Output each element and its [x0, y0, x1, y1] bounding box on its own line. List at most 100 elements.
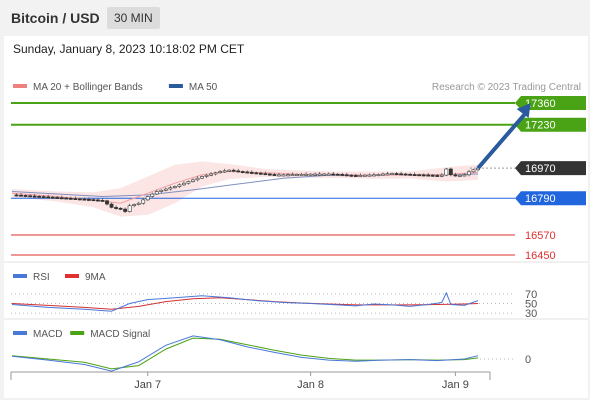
candle-body	[467, 171, 471, 176]
candle-body	[326, 173, 331, 176]
candle-body	[150, 193, 155, 197]
x-axis-tick-label: Jan 9	[442, 379, 469, 391]
legend-swatch	[13, 274, 27, 278]
legend-label: 9MA	[85, 272, 106, 283]
candle-body	[340, 174, 345, 176]
candle-body	[191, 179, 195, 182]
candle-body	[50, 196, 55, 199]
bollinger-band-area	[12, 161, 478, 217]
candle-body	[349, 174, 354, 177]
candle-body	[426, 174, 431, 177]
candle-body	[168, 187, 173, 190]
candle-body	[372, 174, 376, 177]
candle-body	[453, 174, 458, 177]
legend-swatch	[13, 84, 27, 88]
x-axis-tick-label: Jan 8	[297, 379, 324, 391]
candle-body	[231, 169, 236, 172]
candle-body	[367, 174, 372, 177]
candle-body	[32, 195, 37, 198]
candle-body	[145, 196, 150, 201]
legend-swatch	[13, 331, 27, 335]
candle-body	[358, 175, 363, 177]
candle-body	[430, 174, 435, 177]
candle-body	[308, 173, 313, 176]
candle-body	[109, 203, 114, 208]
candle-body	[127, 205, 132, 212]
candle-body	[245, 171, 250, 174]
candle-body	[118, 207, 123, 210]
legend-label: MACD	[33, 329, 62, 340]
legend-label: MACD Signal	[90, 329, 150, 340]
candle-body	[458, 174, 462, 177]
candle-body	[222, 170, 227, 173]
candle-body	[73, 198, 78, 200]
candle-body	[317, 173, 322, 176]
candle-body	[28, 195, 32, 198]
candle-body	[399, 173, 403, 176]
candle-body	[159, 189, 164, 192]
candle-body	[132, 204, 137, 207]
level-label: 17230	[525, 120, 556, 132]
candle-body	[87, 199, 91, 201]
candle-body	[394, 173, 399, 175]
candle-body	[213, 172, 218, 175]
chart-panel: MA 20 + Bollinger Bands MA 50 Research © 2…	[4, 36, 588, 398]
candle-body	[448, 168, 453, 176]
projection-arrow	[476, 110, 529, 170]
candle-body	[68, 197, 73, 200]
rsi-line	[11, 291, 479, 312]
candle-body	[331, 173, 336, 176]
candle-body	[344, 174, 349, 177]
candle-body	[390, 173, 394, 175]
timeframe-badge[interactable]: 30 MIN	[107, 7, 160, 29]
candle-body	[163, 188, 168, 191]
candle-body	[200, 176, 204, 179]
level-label: 16970	[525, 163, 556, 175]
legend-label: RSI	[33, 272, 50, 283]
candle-body	[46, 196, 51, 199]
candle-body	[64, 197, 69, 200]
candle-body	[299, 174, 304, 176]
candle-body	[362, 174, 367, 177]
candle-body	[385, 173, 390, 176]
candle-body	[304, 173, 308, 176]
candle-body	[286, 174, 290, 177]
candle-body	[195, 177, 200, 181]
chart-timestamp: Sunday, January 8, 2023 10:18:02 PM CET	[13, 42, 245, 56]
candle-body	[263, 173, 268, 176]
candle-body	[23, 195, 28, 197]
candle-body	[14, 194, 19, 197]
candle-body	[267, 173, 272, 176]
candle-body	[421, 174, 426, 177]
candle-body	[376, 174, 381, 176]
candle-body	[227, 169, 232, 172]
candle-body	[19, 194, 23, 197]
candle-body	[209, 173, 213, 176]
level-label: 16570	[525, 230, 556, 242]
rsi-level-label: 30	[525, 308, 537, 320]
candle-body	[313, 173, 318, 176]
macd-zero-label: 0	[525, 354, 531, 366]
legend-swatch	[70, 331, 85, 335]
candle-body	[236, 170, 241, 173]
candle-body	[172, 186, 177, 189]
candle-body	[59, 197, 64, 200]
candle-body	[439, 174, 444, 177]
macd-line	[11, 335, 479, 372]
candle-body	[403, 173, 408, 176]
candle-body	[123, 208, 128, 212]
candle-body	[91, 199, 96, 202]
candle-body	[82, 198, 87, 201]
candle-body	[114, 207, 118, 209]
candle-body	[272, 174, 277, 176]
candle-body	[258, 172, 263, 175]
candle-body	[322, 173, 327, 176]
candle-body	[444, 168, 449, 176]
candle-body	[177, 184, 182, 187]
candle-body	[186, 181, 191, 184]
chart-title: Bitcoin / USD	[11, 10, 100, 26]
candle-body	[277, 174, 281, 177]
candle-body	[37, 195, 42, 198]
candle-body	[249, 172, 254, 174]
candle-body	[218, 171, 223, 174]
